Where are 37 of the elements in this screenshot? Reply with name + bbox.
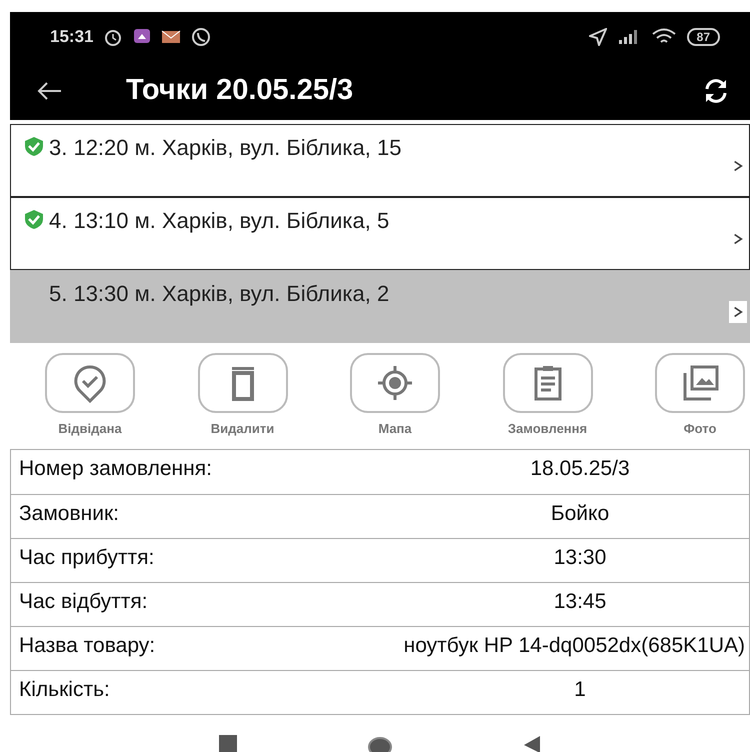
- status-time: 15:31: [50, 26, 94, 48]
- action-label: Замовлення: [508, 420, 588, 438]
- action-label: Відвідана: [58, 420, 122, 438]
- chevron-right-icon[interactable]: [729, 301, 747, 323]
- detail-value: Бойко: [550, 500, 610, 526]
- back-arrow-icon[interactable]: [36, 81, 62, 101]
- point-label: 4. 13:10 м. Харків, вул. Біблика, 5: [49, 207, 390, 235]
- alarm-icon: [103, 27, 124, 47]
- app-icon: [133, 28, 152, 46]
- battery-icon: 87: [686, 28, 720, 46]
- phone-chat-icon: [191, 27, 212, 47]
- detail-label: Номер замовлення:: [18, 456, 213, 482]
- map-icon: [375, 363, 415, 403]
- detail-value: 18.05.25/3: [529, 456, 631, 482]
- point-row[interactable]: 3. 12:20 м. Харків, вул. Біблика, 15: [10, 124, 750, 197]
- action-label: Фото: [684, 420, 716, 438]
- back-nav-icon[interactable]: [523, 734, 541, 752]
- detail-value: 13:30: [552, 544, 608, 570]
- detail-label: Замовник:: [18, 500, 120, 526]
- detail-label: Кількість:: [18, 676, 111, 702]
- detail-label: Назва товару:: [18, 632, 156, 658]
- point-row[interactable]: 4. 13:10 м. Харків, вул. Біблика, 5: [10, 197, 750, 270]
- point-label: 3. 12:20 м. Харків, вул. Біблика, 15: [49, 134, 402, 162]
- detail-value: 1: [573, 676, 587, 702]
- point-row[interactable]: 5. 13:30 м. Харків, вул. Біблика, 2: [10, 270, 750, 343]
- location-icon: [588, 28, 607, 46]
- point-label: 5. 13:30 м. Харків, вул. Біблика, 2: [49, 280, 390, 308]
- detail-value: ноутбук HP 14-dq0052dx(685K1UA): [402, 632, 746, 658]
- action-label: Мапа: [378, 420, 412, 438]
- square-nav-icon[interactable]: [219, 734, 237, 752]
- detail-label: Час прибуття:: [18, 544, 156, 570]
- home-nav-icon[interactable]: [367, 734, 393, 752]
- screen-title: Точки 20.05.25/3: [126, 73, 354, 108]
- mail-icon: [161, 29, 182, 45]
- detail-label: Час відбуття:: [18, 588, 149, 614]
- action-label: Видалити: [210, 420, 274, 438]
- detail-value: 13:45: [552, 588, 608, 614]
